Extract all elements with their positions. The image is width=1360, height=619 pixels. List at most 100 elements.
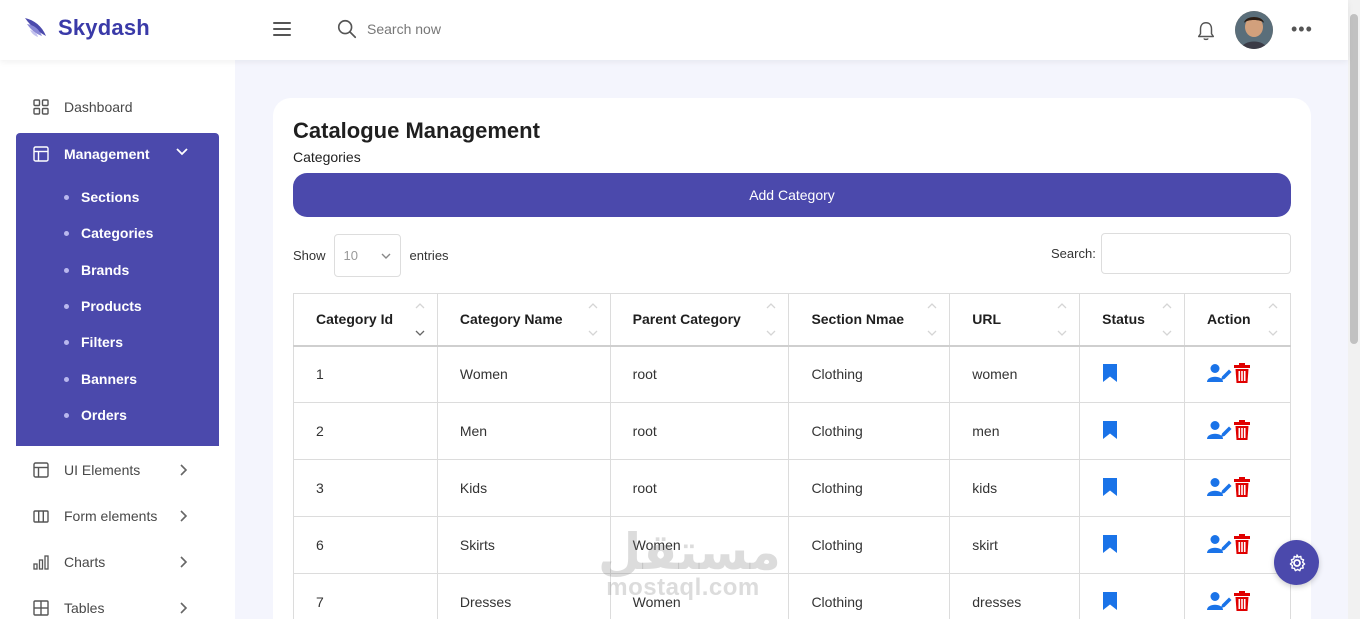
bookmark-icon[interactable] — [1102, 363, 1118, 383]
table-row: 7 Dresses Women Clothing dresses — [293, 573, 1291, 619]
sidebar-item-charts[interactable]: Charts — [16, 539, 219, 585]
edit-user-icon[interactable] — [1207, 591, 1233, 611]
sort-desc-icon — [415, 330, 425, 336]
subitem-label: Filters — [81, 334, 124, 350]
bullet-dot — [64, 339, 69, 345]
sidebar-subitem-orders[interactable]: Orders — [64, 405, 127, 425]
sidebar-subitem-products[interactable]: Products — [64, 296, 142, 316]
edit-user-icon[interactable] — [1207, 534, 1233, 554]
page-length-select[interactable]: 10 — [333, 234, 401, 277]
sidebar-item-ui-elements[interactable]: UI Elements — [16, 447, 219, 493]
brand[interactable]: Skydash — [22, 12, 150, 44]
sidebar-subitem-categories[interactable]: Categories — [64, 223, 153, 243]
table-cell-url: skirt — [949, 516, 1081, 574]
column-header[interactable]: Parent Category — [609, 293, 790, 347]
theme-settings-button[interactable] — [1274, 540, 1319, 585]
bookmark-icon[interactable] — [1102, 420, 1118, 440]
global-search-input[interactable] — [367, 21, 587, 37]
table-cell-name: Skirts — [436, 516, 611, 574]
edit-user-icon[interactable] — [1207, 477, 1233, 497]
brand-logo-icon — [25, 18, 46, 37]
table-cell-status — [1079, 573, 1186, 619]
column-header[interactable]: Section Nmae — [788, 293, 951, 347]
layout-icon — [33, 462, 49, 478]
table-cell-status — [1079, 459, 1186, 517]
search-icon — [337, 19, 357, 39]
table-search-label: Search: — [1051, 246, 1096, 261]
sort-desc-icon — [588, 330, 598, 336]
sidebar-item-label: Charts — [64, 554, 106, 570]
top-navbar: Skydash ••• — [0, 0, 1348, 60]
sidebar-item-management[interactable]: Management — [16, 133, 219, 175]
sidebar-subitem-filters[interactable]: Filters — [64, 332, 123, 352]
sort-asc-icon — [415, 303, 425, 309]
add-category-button[interactable]: Add Category — [293, 173, 1291, 217]
layout-icon — [33, 146, 49, 162]
table-search-input[interactable] — [1101, 233, 1291, 274]
show-label: Show — [293, 248, 326, 263]
chevron-right-icon — [180, 602, 188, 614]
chevron-down-icon — [381, 253, 391, 259]
delete-trash-icon[interactable] — [1233, 476, 1251, 497]
scrollbar-thumb[interactable] — [1350, 14, 1358, 344]
bar-chart-icon — [33, 555, 49, 570]
column-header-label: Section Nmae — [811, 311, 905, 328]
sidebar-item-dashboard[interactable]: Dashboard — [16, 84, 219, 130]
sidebar-item-label: UI Elements — [64, 462, 141, 478]
table-cell-id: 3 — [293, 459, 438, 517]
bullet-dot — [64, 412, 69, 418]
column-header[interactable]: Category Name — [436, 293, 611, 347]
table-row: 1 Women root Clothing women — [293, 345, 1291, 403]
sidebar-subitem-banners[interactable]: Banners — [64, 369, 137, 389]
table-cell-name: Kids — [436, 459, 611, 517]
sidebar-item-label: Tables — [64, 600, 105, 616]
column-header[interactable]: Action — [1184, 293, 1291, 347]
delete-trash-icon[interactable] — [1233, 419, 1251, 440]
table-cell-url: kids — [949, 459, 1081, 517]
delete-trash-icon[interactable] — [1233, 533, 1251, 554]
table-cell-action — [1184, 345, 1291, 403]
column-header-label: URL — [972, 311, 1002, 328]
page-length-control: Show 10 entries — [293, 234, 449, 277]
column-header[interactable]: Status — [1079, 293, 1186, 347]
sort-asc-icon — [588, 303, 598, 309]
table-cell-name: Dresses — [436, 573, 611, 619]
bullet-dot — [64, 267, 69, 273]
bookmark-icon[interactable] — [1102, 591, 1118, 611]
sidebar-subitem-sections[interactable]: Sections — [64, 187, 139, 207]
delete-trash-icon[interactable] — [1233, 362, 1251, 383]
table-cell-status — [1079, 345, 1186, 403]
sidebar-item-form-elements[interactable]: Form elements — [16, 493, 219, 539]
hamburger-line — [273, 34, 291, 36]
sidebar-subitem-brands[interactable]: Brands — [64, 260, 129, 280]
page-subtitle: Categories — [293, 149, 361, 165]
sort-asc-icon — [1162, 303, 1172, 309]
column-header[interactable]: URL — [949, 293, 1081, 347]
sidebar-item-label: Management — [64, 146, 150, 162]
user-avatar[interactable] — [1235, 11, 1273, 49]
bookmark-icon[interactable] — [1102, 534, 1118, 554]
page-title: Catalogue Management — [293, 118, 540, 143]
categories-table: Category Id Category Name Parent Category S… — [293, 293, 1291, 619]
bookmark-icon[interactable] — [1102, 477, 1118, 497]
sidebar-item-tables[interactable]: Tables — [16, 585, 219, 619]
table-cell-parent: root — [609, 402, 790, 460]
edit-user-icon[interactable] — [1207, 363, 1233, 383]
edit-user-icon[interactable] — [1207, 420, 1233, 440]
more-options-button[interactable]: ••• — [1291, 20, 1313, 38]
column-header[interactable]: Category Id — [293, 293, 438, 347]
gear-icon — [1289, 553, 1305, 571]
sort-asc-icon — [1268, 303, 1278, 309]
chevron-right-icon — [180, 510, 188, 522]
table-header-row: Category Id Category Name Parent Category S… — [293, 293, 1291, 347]
menu-toggle-button[interactable] — [273, 22, 291, 38]
table-cell-id: 2 — [293, 402, 438, 460]
table-cell-action — [1184, 402, 1291, 460]
table-row: 3 Kids root Clothing kids — [293, 459, 1291, 517]
delete-trash-icon[interactable] — [1233, 590, 1251, 611]
table-cell-section: Clothing — [788, 402, 951, 460]
page-scrollbar[interactable] — [1348, 0, 1360, 619]
table-cell-action — [1184, 459, 1291, 517]
notification-bell-icon[interactable] — [1195, 20, 1217, 42]
table-row: 6 Skirts Women Clothing skirt — [293, 516, 1291, 574]
